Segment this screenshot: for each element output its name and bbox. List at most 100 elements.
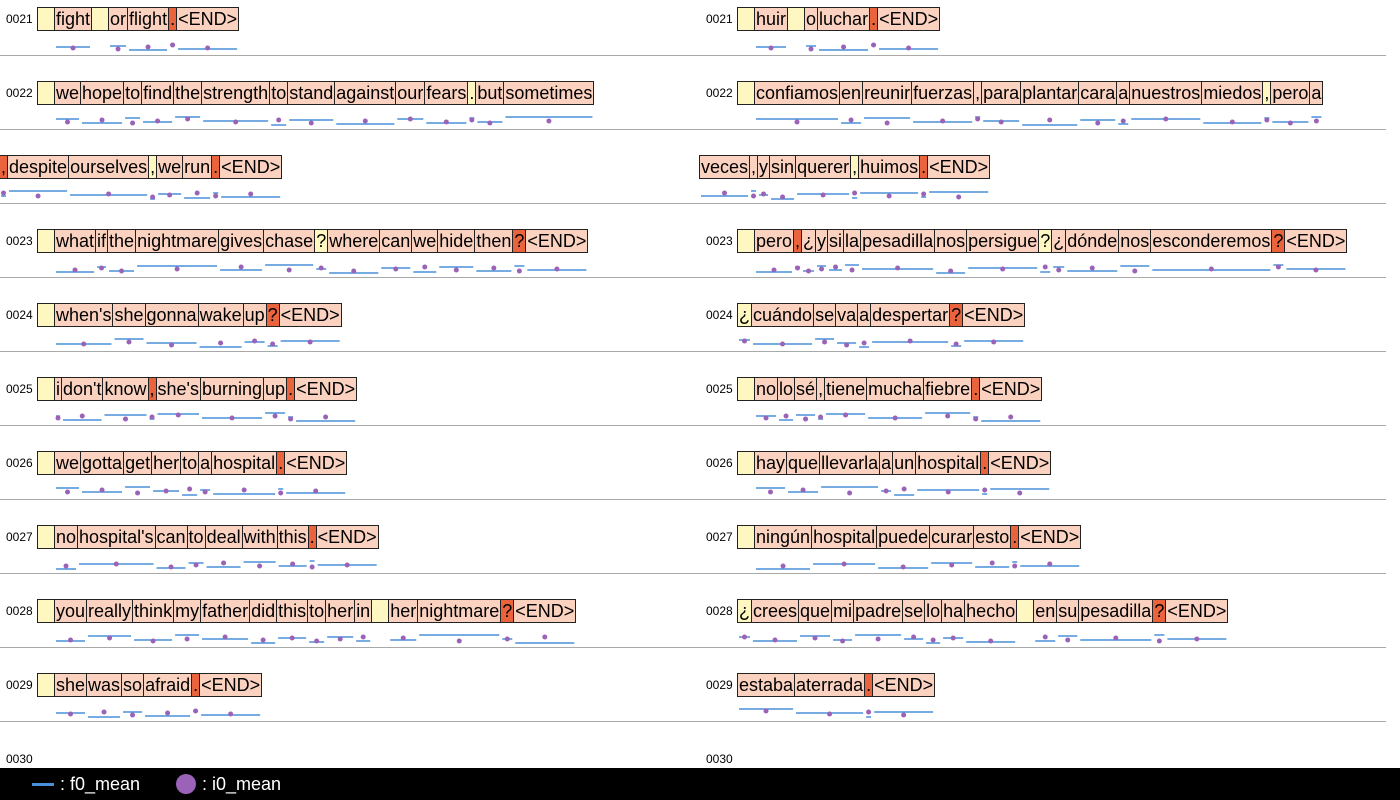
token-sequence: estaba aterrada. <END> bbox=[737, 673, 936, 697]
row-number: 0025 bbox=[6, 382, 33, 396]
token: afraid bbox=[143, 673, 193, 697]
utterance-row: 0023 what if the nightmare gives chase? where ca… bbox=[0, 222, 1386, 296]
token-sequence: ¿ cuándo se va a despertar? <END> bbox=[737, 303, 1026, 327]
row-number: 0024 bbox=[6, 308, 33, 322]
i0-mean-dot bbox=[1017, 490, 1023, 496]
token: burning bbox=[200, 377, 265, 401]
i0-mean-dot bbox=[65, 119, 71, 125]
pause-token bbox=[37, 81, 55, 105]
token: gonna bbox=[144, 303, 199, 327]
i0-mean-dot bbox=[1047, 561, 1053, 567]
utterance-row: , despite ourselves, we run. <END> bbox=[0, 148, 1386, 222]
i0-mean-dot bbox=[840, 638, 846, 644]
i0-mean-dot bbox=[72, 267, 78, 273]
utterance-row: 0026 we gotta get her to a hospital. <END> bbox=[0, 444, 1386, 518]
i0-mean-dot bbox=[288, 416, 294, 422]
pause-token bbox=[787, 7, 806, 31]
i0-mean-dot bbox=[286, 267, 292, 273]
token: persigue bbox=[966, 229, 1040, 253]
i0-mean-dot bbox=[79, 413, 85, 419]
token: sin bbox=[769, 155, 797, 179]
i0-mean-dot bbox=[126, 339, 132, 345]
utterance-row: veces, y sin querer, huimos. <END> bbox=[699, 148, 1390, 222]
i0-mean-dot bbox=[362, 118, 368, 124]
token: hospital's bbox=[77, 525, 156, 549]
token: fight bbox=[54, 7, 93, 31]
i0-mean-dot bbox=[940, 118, 946, 124]
pause-token bbox=[737, 525, 755, 549]
token: to bbox=[186, 525, 206, 549]
pause-token bbox=[737, 451, 755, 475]
token: mi bbox=[831, 599, 855, 623]
row-number: 0024 bbox=[706, 308, 733, 322]
i0-mean-dot bbox=[921, 191, 927, 197]
token-sequence: when's she gonna wake up? <END> bbox=[37, 303, 342, 327]
utterance-row: 0026 hay que llevarla a un hospital. <END> bbox=[700, 444, 1390, 518]
i0-mean-dot bbox=[260, 637, 266, 643]
i0-mean-dot bbox=[1156, 638, 1162, 644]
token: ¿ bbox=[1051, 229, 1067, 253]
token: up bbox=[242, 303, 267, 327]
row-separator bbox=[700, 277, 1386, 278]
i0-mean-dot bbox=[892, 415, 898, 421]
token: <END> bbox=[284, 451, 348, 475]
token: was bbox=[86, 673, 123, 697]
i0-mean-dot bbox=[1012, 563, 1018, 569]
token: stand bbox=[287, 81, 336, 105]
i0-mean-dot bbox=[1287, 120, 1293, 126]
i0-mean-dot bbox=[852, 190, 858, 196]
token: a bbox=[857, 303, 872, 327]
token: plantar bbox=[1020, 81, 1080, 105]
i0-mean-dot bbox=[184, 636, 190, 642]
token: a bbox=[1116, 81, 1131, 105]
i0-mean-dot bbox=[318, 265, 324, 271]
i0-mean-dot bbox=[422, 264, 428, 270]
i0-mean-dot bbox=[135, 490, 141, 496]
token: si bbox=[827, 229, 845, 253]
token: pero bbox=[1270, 81, 1311, 105]
token: <END> bbox=[513, 599, 577, 623]
i0-mean-dot bbox=[233, 119, 239, 125]
token: para bbox=[981, 81, 1022, 105]
i0-mean-dot bbox=[1042, 264, 1048, 270]
legend-bar: : f0_mean : i0_mean bbox=[0, 768, 1400, 800]
pause-token bbox=[1016, 599, 1035, 623]
i0-mean-dot bbox=[337, 636, 343, 642]
i0-mean-dot bbox=[812, 635, 818, 641]
token: can bbox=[379, 229, 413, 253]
i0-mean-dot bbox=[165, 710, 171, 716]
i0-mean-dot bbox=[63, 563, 69, 569]
i0-mean-dot bbox=[323, 414, 329, 420]
token: sometimes bbox=[503, 81, 595, 105]
i0-mean-dot bbox=[948, 268, 954, 274]
i0-mean-dot bbox=[1008, 414, 1014, 420]
token: mucha bbox=[866, 377, 925, 401]
i0-mean-dot bbox=[843, 412, 849, 418]
token: <END> bbox=[278, 303, 342, 327]
token-sequence: no hospital's can to deal with this. <END> bbox=[37, 525, 379, 549]
i0-mean-dot bbox=[768, 489, 774, 495]
utterance-row: 0027 no hospital's can to deal with this. <END> bbox=[0, 518, 1386, 592]
i0-mean-dot bbox=[806, 268, 812, 274]
token: hospital bbox=[915, 451, 982, 475]
row-separator bbox=[700, 129, 1386, 130]
token: tiene bbox=[824, 377, 868, 401]
i0-mean-dot bbox=[1275, 264, 1281, 270]
row-separator bbox=[700, 203, 1386, 204]
i0-mean-dot bbox=[822, 339, 828, 345]
i0-mean-dot bbox=[35, 193, 41, 199]
utterance-row: 0022 we hope to find the strength to stand agains… bbox=[0, 74, 1386, 148]
token: <END> bbox=[176, 7, 240, 31]
i0-mean-dot bbox=[991, 339, 997, 345]
row-number: 0027 bbox=[706, 530, 733, 544]
pause-token bbox=[37, 451, 55, 475]
i0-mean-dot bbox=[763, 415, 769, 421]
token: pero bbox=[754, 229, 795, 253]
i0-mean-dot bbox=[895, 265, 901, 271]
i0-mean-dot bbox=[170, 42, 176, 48]
i0-mean-dot bbox=[175, 412, 181, 418]
i0-mean-dot bbox=[901, 486, 907, 492]
token: gotta bbox=[80, 451, 125, 475]
token: my bbox=[173, 599, 202, 623]
i0-mean-dot bbox=[252, 338, 258, 344]
